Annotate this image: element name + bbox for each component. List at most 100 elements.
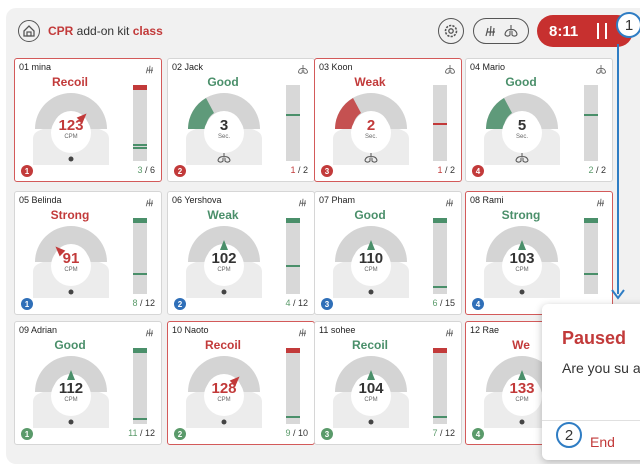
lungs-icon [504, 25, 518, 37]
group-badge: 2 [174, 428, 186, 440]
depth-bar [286, 85, 300, 161]
rate-unit: CPM [364, 397, 378, 403]
app-window: CPR add-on kit class 8:11 01 mina Recoil… [6, 8, 640, 464]
bar-top [286, 218, 300, 223]
attempt-count: 1 / 2 [290, 165, 308, 175]
rate-value: 103 [509, 250, 535, 267]
rate-unit: Sec. [515, 134, 528, 140]
arrow-down-icon [611, 289, 625, 300]
trainee-card[interactable]: 11 sohee Recoil 104 CPM 3 7 / 12 [314, 321, 462, 445]
dialog-divider [542, 420, 640, 421]
gear-icon [444, 24, 458, 38]
bar-marker [286, 114, 300, 116]
attempt-count: 6 / 15 [432, 298, 455, 308]
home-icon [23, 25, 35, 37]
bar-top [286, 348, 300, 353]
trainee-name: 11 sohee [319, 325, 356, 335]
attempt-count: 11 / 12 [128, 428, 155, 438]
hands-icon [144, 62, 156, 80]
depth-bar [433, 348, 447, 424]
group-badge: 2 [174, 298, 186, 310]
rate-value: 123 [58, 117, 84, 134]
rate-value: 102 [211, 250, 237, 267]
bar-marker [433, 416, 447, 418]
rate-value: 128 [211, 380, 237, 397]
trainee-card[interactable]: 04 Mario Good 5 Sec. 4 2 / 2 [465, 58, 613, 182]
dialog-message: Are you su and save t [562, 360, 640, 376]
hands-icon [485, 25, 495, 37]
bar-top [433, 348, 447, 353]
hands-icon [144, 195, 156, 213]
group-badge: 1 [21, 428, 33, 440]
rate-unit: CPM [217, 397, 231, 403]
end-button[interactable]: End [590, 434, 615, 450]
rate-value: 2 [366, 117, 376, 134]
lungs-icon [595, 62, 607, 80]
mode-toggle-button[interactable] [473, 18, 529, 44]
depth-bar [286, 218, 300, 294]
attempt-count: 3 / 6 [137, 165, 155, 175]
trainee-card[interactable]: 03 Koon Weak 2 Sec. 3 1 / 2 [314, 58, 462, 182]
trainee-card[interactable]: 10 Naoto Recoil 128 CPM 2 9 / 10 [167, 321, 315, 445]
rate-unit: CPM [217, 267, 231, 273]
trainee-card[interactable]: 07 Pham Good 110 CPM 3 6 / 15 [314, 191, 462, 315]
rate-unit: Sec. [217, 134, 230, 140]
trainee-card[interactable]: 02 Jack Good 3 Sec. 2 1 / 2 [167, 58, 315, 182]
trainee-card[interactable]: 01 mina Recoil 123 CPM 1 3 / 6 [14, 58, 162, 182]
annotation-line [617, 44, 619, 294]
trainee-name: 05 Belinda [19, 195, 62, 205]
callout-marker-1: 1 [616, 12, 640, 38]
rate-value: 3 [219, 117, 229, 134]
bar-marker [286, 265, 300, 267]
hands-icon [297, 195, 309, 213]
bar-top [286, 85, 300, 90]
depth-bar [133, 348, 147, 424]
lungs-icon [297, 62, 309, 80]
bar-marker [133, 418, 147, 420]
rate-value: 104 [358, 380, 384, 397]
group-badge: 4 [472, 298, 484, 310]
timer-value: 8:11 [549, 22, 579, 40]
trainee-name: 09 Adrian [19, 325, 58, 335]
trainee-card[interactable]: 09 Adrian Good 112 CPM 1 11 / 12 [14, 321, 162, 445]
hands-icon [595, 195, 607, 213]
rate-unit: Sec. [364, 134, 377, 140]
bar-marker [433, 286, 447, 288]
title-text: add-on kit [73, 24, 133, 38]
group-badge: 3 [321, 428, 333, 440]
trainee-card[interactable]: 05 Belinda Strong 91 CPM 1 8 / 12 [14, 191, 162, 315]
depth-bar [133, 218, 147, 294]
trainee-card[interactable]: 06 Yershova Weak 102 CPM 2 4 / 12 [167, 191, 315, 315]
settings-button[interactable] [438, 18, 464, 44]
hands-icon [144, 325, 156, 343]
trainee-card[interactable]: 08 Rami Strong 103 CPM 4 [465, 191, 613, 315]
brand-label: CPR [48, 24, 74, 38]
attempt-count: 4 / 12 [285, 298, 308, 308]
hands-icon [297, 325, 309, 343]
group-badge: 1 [21, 298, 33, 310]
bar-marker [133, 144, 147, 146]
depth-bar [584, 85, 598, 161]
callout-marker-2: 2 [556, 422, 582, 448]
group-badge: 4 [472, 165, 484, 177]
header: CPR add-on kit class 8:11 [6, 8, 640, 52]
home-button[interactable] [18, 20, 40, 42]
trainee-name: 08 Rami [470, 195, 504, 205]
rate-value: 91 [62, 250, 80, 267]
trainee-name: 12 Rae [470, 325, 500, 335]
hands-icon [444, 195, 456, 213]
lungs-icon [444, 62, 456, 80]
rate-value: 110 [358, 250, 384, 267]
trainee-name: 03 Koon [319, 62, 353, 72]
depth-bar [286, 348, 300, 424]
depth-bar [133, 85, 147, 161]
bar-top [584, 218, 598, 223]
bar-marker [584, 273, 598, 275]
page-title: CPR add-on kit class [48, 24, 163, 38]
attempt-count: 8 / 12 [132, 298, 155, 308]
trainee-name: 07 Pham [319, 195, 356, 205]
trainee-name: 02 Jack [172, 62, 204, 72]
title-class: class [132, 24, 163, 38]
bar-marker [133, 147, 147, 149]
bar-marker [286, 416, 300, 418]
